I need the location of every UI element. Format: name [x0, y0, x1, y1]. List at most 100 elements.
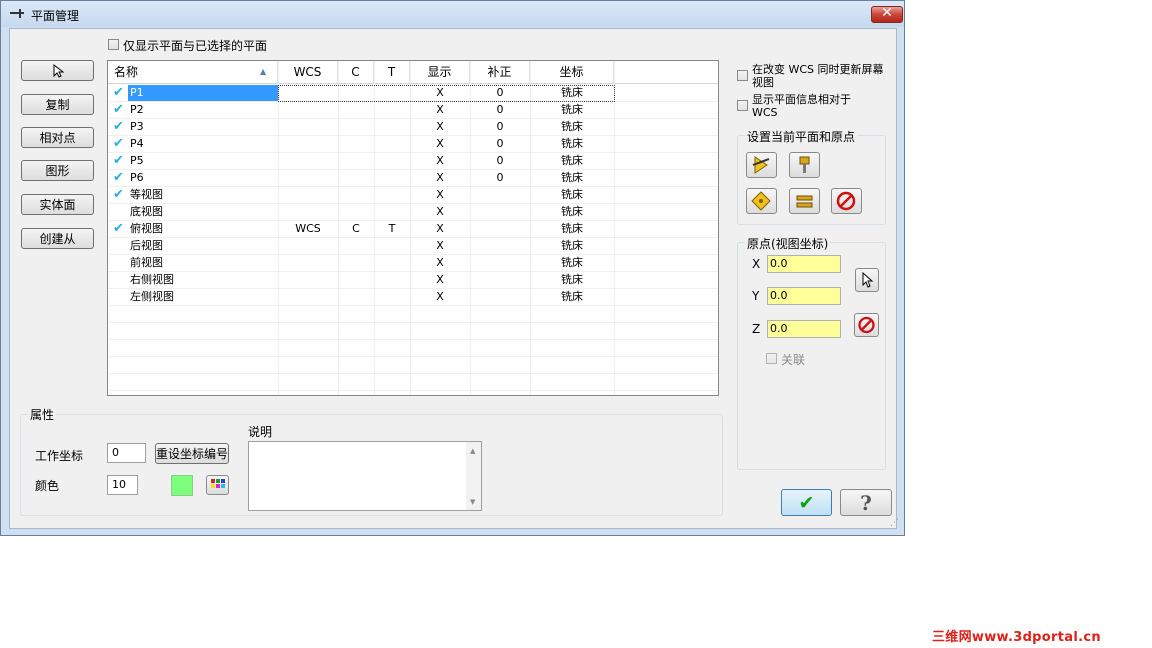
update-on-wcs-change-label: 在改变 WCS 同时更新屏幕视图	[752, 63, 884, 89]
filter-checkbox[interactable]	[108, 39, 119, 50]
color-picker-button[interactable]	[206, 475, 229, 495]
copy-button[interactable]: 复制	[21, 94, 94, 115]
cell-t	[374, 170, 410, 186]
cell-t	[374, 255, 410, 271]
table-row[interactable]: ✔ 俯视图 WCS C T X 铣床	[108, 221, 718, 238]
geometry-button[interactable]: 图形	[21, 160, 94, 181]
planes-table[interactable]: 名称 ▲ WCS C T 显示 补正 坐标 ✔ P1 X 0 铣床 ✔ P2 X 0 铣床 ✔ P3 X 0…	[107, 60, 719, 396]
table-row[interactable]: 底视图 X 铣床	[108, 204, 718, 221]
table-row[interactable]: ✔ P6 X 0 铣床	[108, 170, 718, 187]
empty-row	[108, 323, 718, 340]
color-swatch[interactable]	[171, 475, 193, 496]
table-row[interactable]: 后视图 X 铣床	[108, 238, 718, 255]
checkmark-icon[interactable]: ✔	[113, 136, 124, 152]
update-on-wcs-change-checkbox[interactable]	[737, 70, 748, 81]
window-title: 平面管理	[31, 9, 80, 23]
table-row[interactable]: 前视图 X 铣床	[108, 255, 718, 272]
origin-x-label: X	[752, 257, 761, 271]
no-icon	[858, 316, 875, 334]
description-textarea[interactable]: ▲ ▼	[248, 441, 482, 511]
table-row[interactable]: ✔ P4 X 0 铣床	[108, 136, 718, 153]
table-row[interactable]: ✔ 等视图 X 铣床	[108, 187, 718, 204]
pointer-icon	[53, 63, 64, 78]
color-number-input[interactable]: 10	[107, 475, 138, 495]
checkmark-icon[interactable]: ✔	[113, 153, 124, 169]
checkmark-icon[interactable]: ✔	[113, 170, 124, 186]
column-header-name[interactable]: 名称 ▲	[108, 61, 278, 83]
reset-origin-button[interactable]	[854, 313, 879, 337]
scroll-down-icon[interactable]: ▼	[470, 498, 475, 506]
work-coord-input[interactable]: 0	[107, 443, 146, 463]
origin-z-input[interactable]: 0.0	[767, 320, 841, 338]
description-scrollbar[interactable]: ▲ ▼	[466, 442, 481, 510]
cell-t	[374, 272, 410, 288]
pointer-icon	[862, 271, 874, 288]
cell-wcs	[278, 272, 338, 288]
origin-y-input[interactable]: 0.0	[767, 287, 841, 305]
origin-x-input[interactable]: 0.0	[767, 255, 841, 273]
cell-name: 底视图	[130, 205, 163, 218]
checkmark-icon[interactable]: ✔	[113, 221, 124, 237]
origin-z-label: Z	[752, 322, 761, 336]
filter-checkbox-label: 仅显示平面与已选择的平面	[123, 39, 268, 53]
cell-display: X	[436, 137, 444, 150]
relative-point-button[interactable]: 相对点	[21, 127, 94, 148]
help-button[interactable]: ?	[840, 489, 892, 516]
checkmark-icon[interactable]: ✔	[113, 85, 124, 101]
cell-display: X	[436, 188, 444, 201]
set-origin-button[interactable]	[746, 188, 777, 214]
set-both-button[interactable]	[789, 188, 820, 214]
set-tool-plane-button[interactable]	[789, 152, 820, 178]
table-row[interactable]: ✔ P3 X 0 铣床	[108, 119, 718, 136]
table-row[interactable]: 左侧视图 X 铣床	[108, 289, 718, 306]
select-pointer-button[interactable]	[21, 60, 94, 81]
column-header-coord[interactable]: 坐标	[530, 61, 614, 83]
create-from-button[interactable]: 创建从	[21, 228, 94, 249]
cell-offset	[470, 289, 530, 305]
cell-c	[338, 136, 374, 152]
resize-grip-icon[interactable]: ⋰	[890, 518, 899, 528]
cell-name: 前视图	[130, 256, 163, 269]
pick-origin-button[interactable]	[855, 268, 879, 292]
table-row[interactable]: ✔ P2 X 0 铣床	[108, 102, 718, 119]
checkmark-icon[interactable]: ✔	[113, 187, 124, 203]
scroll-up-icon[interactable]: ▲	[470, 447, 475, 455]
cell-offset: 0	[496, 171, 504, 184]
cell-offset: 0	[496, 103, 504, 116]
checkmark-icon[interactable]: ✔	[113, 102, 124, 118]
set-plane-button[interactable]	[746, 152, 777, 178]
close-button[interactable]: ✕	[871, 5, 903, 23]
selection-highlight	[128, 85, 278, 101]
ok-button[interactable]: ✔	[781, 489, 832, 516]
palette-icon	[211, 479, 225, 488]
column-header-t[interactable]: T	[374, 61, 410, 83]
table-row[interactable]: ✔ P1 X 0 铣床	[108, 85, 718, 102]
link-checkbox[interactable]	[766, 353, 777, 364]
cell-coord: 铣床	[561, 256, 583, 269]
column-header-display[interactable]: 显示	[410, 61, 470, 83]
clear-button[interactable]	[831, 188, 862, 214]
close-icon: ✕	[881, 5, 893, 21]
table-row[interactable]: ✔ P5 X 0 铣床	[108, 153, 718, 170]
cell-coord: 铣床	[561, 171, 583, 184]
display-relative-to-wcs-label: 显示平面信息相对于 WCS	[752, 93, 851, 119]
cell-c	[338, 238, 374, 254]
solid-face-button[interactable]: 实体面	[21, 194, 94, 215]
title-bar[interactable]: 平面管理 ✕	[1, 1, 904, 27]
cell-coord: 铣床	[561, 137, 583, 150]
checkmark-icon[interactable]: ✔	[113, 119, 124, 135]
display-relative-to-wcs-checkbox[interactable]	[737, 100, 748, 111]
column-header-offset[interactable]: 补正	[470, 61, 530, 83]
table-row[interactable]: 右侧视图 X 铣床	[108, 272, 718, 289]
reset-coord-number-button[interactable]: 重设坐标编号	[155, 443, 229, 464]
cell-c	[338, 255, 374, 271]
empty-row	[108, 374, 718, 391]
column-header-c[interactable]: C	[338, 61, 374, 83]
cell-c	[338, 153, 374, 169]
column-header-wcs[interactable]: WCS	[278, 61, 338, 83]
no-icon	[836, 191, 856, 211]
cell-name: P5	[130, 154, 144, 167]
link-label: 关联	[781, 353, 806, 367]
cell-t	[374, 153, 410, 169]
cell-wcs	[278, 187, 338, 203]
